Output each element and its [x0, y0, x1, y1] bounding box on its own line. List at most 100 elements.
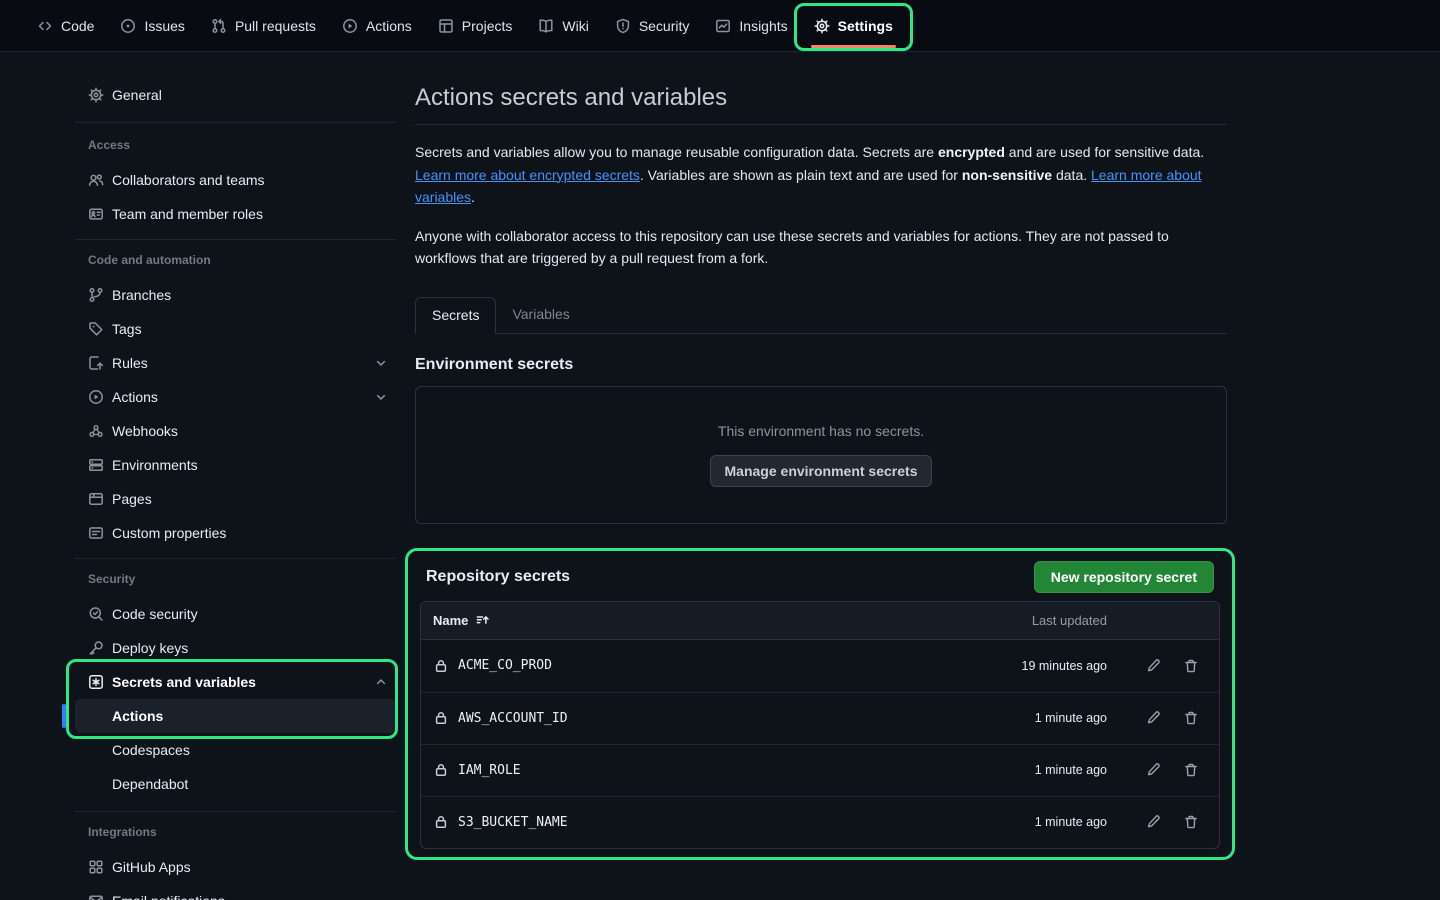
delete-secret-button[interactable] — [1183, 762, 1199, 778]
sidebar-divider — [75, 239, 396, 240]
collaborator-access-paragraph: Anyone with collaborator access to this … — [415, 225, 1227, 270]
sidebar-item-label: Secrets and variables — [112, 674, 366, 690]
sidebar-item-label: Environments — [112, 457, 198, 473]
secret-updated: 19 minutes ago — [957, 659, 1107, 673]
nav-tab-pull-requests[interactable]: Pull requests — [198, 0, 329, 51]
intro-bold-non-sensitive: non-sensitive — [962, 167, 1052, 183]
tab-variables[interactable]: Variables — [496, 296, 585, 333]
sidebar-item-environments[interactable]: Environments — [75, 448, 396, 482]
lock-icon — [433, 658, 449, 674]
secret-updated: 1 minute ago — [957, 815, 1107, 829]
sidebar-subitem-codespaces[interactable]: Codespaces — [75, 733, 396, 767]
secret-updated: 1 minute ago — [957, 763, 1107, 777]
nav-tab-issues[interactable]: Issues — [107, 0, 197, 51]
sidebar-item-github-apps[interactable]: GitHub Apps — [75, 850, 396, 884]
nav-tab-label: Pull requests — [235, 18, 316, 34]
nav-tab-label: Insights — [739, 18, 787, 34]
edit-secret-button[interactable] — [1145, 658, 1161, 674]
sidebar-item-actions[interactable]: Actions — [75, 380, 396, 414]
table-row: IAM_ROLE 1 minute ago — [421, 744, 1219, 796]
code-icon — [37, 18, 53, 34]
sidebar-item-label: Tags — [112, 321, 142, 337]
sidebar-subitem-dependabot[interactable]: Dependabot — [75, 767, 396, 801]
new-repository-secret-button[interactable]: New repository secret — [1034, 561, 1214, 593]
secret-name: ACME_CO_PROD — [458, 658, 552, 673]
lock-icon — [433, 710, 449, 726]
nav-tab-label: Issues — [144, 18, 184, 34]
sidebar-item-rules[interactable]: Rules — [75, 346, 396, 380]
graph-icon — [715, 18, 731, 34]
sidebar-item-tags[interactable]: Tags — [75, 312, 396, 346]
sidebar-divider — [75, 558, 396, 559]
column-header-name[interactable]: Name — [433, 613, 957, 628]
environment-empty-message: This environment has no secrets. — [718, 423, 924, 439]
sidebar-item-secrets-and-variables[interactable]: Secrets and variables — [75, 665, 396, 699]
delete-secret-button[interactable] — [1183, 658, 1199, 674]
sidebar-item-custom-properties[interactable]: Custom properties — [75, 516, 396, 550]
tag-icon — [88, 321, 104, 337]
nav-tab-insights[interactable]: Insights — [702, 0, 800, 51]
sidebar-item-team-member-roles[interactable]: Team and member roles — [75, 197, 396, 231]
edit-secret-button[interactable] — [1145, 762, 1161, 778]
mail-icon — [88, 893, 104, 900]
key-icon — [88, 640, 104, 656]
sidebar-item-branches[interactable]: Branches — [75, 278, 396, 312]
sidebar-item-email-notifications[interactable]: Email notifications — [75, 884, 396, 900]
sidebar-item-deploy-keys[interactable]: Deploy keys — [75, 631, 396, 665]
intro-paragraph: Secrets and variables allow you to manag… — [415, 141, 1227, 209]
sidebar-item-pages[interactable]: Pages — [75, 482, 396, 516]
rules-icon — [88, 355, 104, 371]
nav-tab-code[interactable]: Code — [24, 0, 107, 51]
lock-icon — [433, 814, 449, 830]
column-header-last-updated: Last updated — [957, 613, 1107, 628]
secret-name-cell: AWS_ACCOUNT_ID — [433, 710, 957, 726]
delete-secret-button[interactable] — [1183, 814, 1199, 830]
manage-environment-secrets-button[interactable]: Manage environment secrets — [710, 455, 933, 487]
page-title: Actions secrets and variables — [415, 82, 1227, 114]
nav-tab-security[interactable]: Security — [602, 0, 703, 51]
link-encrypted-secrets[interactable]: Learn more about encrypted secrets — [415, 167, 640, 183]
table-header-row: Name Last updated — [421, 602, 1219, 640]
secret-name-cell: ACME_CO_PROD — [433, 658, 957, 674]
intro-text: and are used for sensitive data. — [1005, 144, 1204, 160]
column-header-name-label: Name — [433, 613, 468, 628]
environment-secrets-empty-box: This environment has no secrets. Manage … — [415, 386, 1227, 524]
sidebar-item-label: Custom properties — [112, 525, 226, 541]
webhook-icon — [88, 423, 104, 439]
note-icon — [88, 525, 104, 541]
git-pull-request-icon — [211, 18, 227, 34]
sidebar-item-label: Pages — [112, 491, 152, 507]
id-badge-icon — [88, 206, 104, 222]
sidebar-item-general[interactable]: General — [75, 78, 396, 112]
chevron-up-icon — [374, 675, 388, 689]
table-row: S3_BUCKET_NAME 1 minute ago — [421, 796, 1219, 848]
nav-tab-wiki[interactable]: Wiki — [525, 0, 601, 51]
tab-secrets[interactable]: Secrets — [415, 297, 496, 334]
sidebar-item-label: Deploy keys — [112, 640, 188, 656]
nav-tab-settings[interactable]: Settings — [801, 0, 906, 51]
active-tab-underline — [811, 45, 896, 48]
row-actions — [1107, 658, 1207, 674]
nav-tab-label: Code — [61, 18, 94, 34]
intro-text: Secrets and variables allow you to manag… — [415, 144, 938, 160]
sidebar-section-header-integrations: Integrations — [75, 820, 396, 844]
secret-name-cell: IAM_ROLE — [433, 762, 957, 778]
edit-secret-button[interactable] — [1145, 710, 1161, 726]
intro-bold-encrypted: encrypted — [938, 144, 1005, 160]
edit-secret-button[interactable] — [1145, 814, 1161, 830]
sidebar-item-code-security[interactable]: Code security — [75, 597, 396, 631]
nav-tab-actions[interactable]: Actions — [329, 0, 425, 51]
row-actions — [1107, 710, 1207, 726]
delete-secret-button[interactable] — [1183, 710, 1199, 726]
nav-tab-projects[interactable]: Projects — [425, 0, 526, 51]
repository-secrets-header: Repository secrets New repository secret — [420, 561, 1220, 593]
sidebar-subitem-actions[interactable]: Actions — [75, 699, 396, 733]
intro-text: data. — [1052, 167, 1091, 183]
settings-content: Actions secrets and variables Secrets an… — [415, 52, 1227, 860]
sidebar-item-collaborators[interactable]: Collaborators and teams — [75, 163, 396, 197]
sidebar-item-webhooks[interactable]: Webhooks — [75, 414, 396, 448]
sidebar-item-label: Actions — [112, 389, 366, 405]
repository-secrets-section: Repository secrets New repository secret… — [405, 548, 1235, 860]
codescan-icon — [88, 606, 104, 622]
gear-icon — [814, 18, 830, 34]
